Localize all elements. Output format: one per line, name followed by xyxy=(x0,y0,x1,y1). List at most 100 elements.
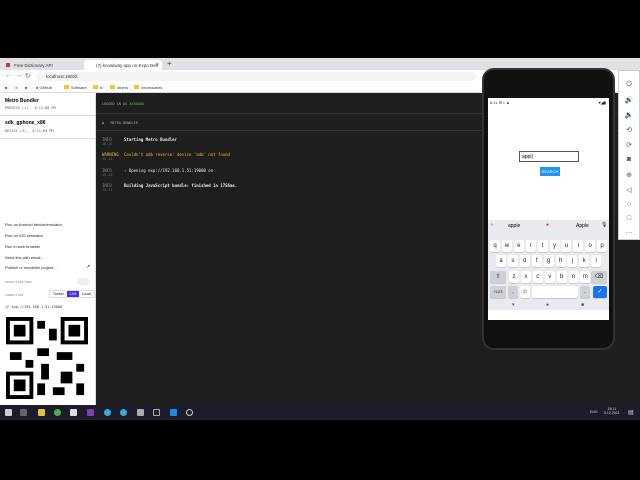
key-i[interactable]: i xyxy=(573,240,584,252)
search-button[interactable]: SEARCH xyxy=(540,167,560,176)
key-a[interactable]: a xyxy=(496,255,506,267)
key-t[interactable]: t xyxy=(537,240,548,252)
mic-icon[interactable]: 🎙 xyxy=(601,222,607,228)
shift-key[interactable]: ⇧ xyxy=(490,271,506,283)
send-link-email[interactable]: Send link with email... xyxy=(5,255,44,260)
key-w[interactable]: w xyxy=(501,240,512,252)
key-m[interactable]: m xyxy=(580,271,591,283)
emoji-key[interactable]: ☺ xyxy=(520,286,530,298)
symbols-key[interactable]: ?123 xyxy=(490,286,506,298)
key-l[interactable]: l xyxy=(591,255,602,267)
whatsapp-icon[interactable]: ● xyxy=(15,85,17,90)
key-x[interactable]: x xyxy=(520,271,531,283)
volume-up-icon[interactable]: 🔊 xyxy=(619,96,639,104)
key-p[interactable]: p xyxy=(597,240,608,252)
back-icon[interactable]: ← xyxy=(5,72,12,79)
tunnel-option[interactable]: Tunnel xyxy=(50,291,67,297)
vscode-icon[interactable] xyxy=(170,409,177,416)
app-icon[interactable] xyxy=(104,409,111,416)
power-icon[interactable]: ⏻ xyxy=(619,81,639,89)
chevron-right-icon[interactable]: › xyxy=(491,222,493,228)
volume-down-icon[interactable]: 🔉 xyxy=(619,111,639,119)
key-o[interactable]: o xyxy=(585,240,596,252)
start-icon[interactable] xyxy=(5,409,12,416)
device-name[interactable]: sdk_gphone_x86 xyxy=(5,120,46,126)
key-k[interactable]: k xyxy=(579,255,590,267)
key-g[interactable]: g xyxy=(543,255,554,267)
run-ios-link[interactable]: Run on iOS simulator xyxy=(5,233,43,238)
bookmark-github[interactable]: ● GitHub xyxy=(36,85,52,90)
key-y[interactable]: y xyxy=(549,240,560,252)
camera-icon[interactable]: ◙ xyxy=(619,156,639,163)
key-u[interactable]: u xyxy=(561,240,572,252)
overview-icon[interactable]: □ xyxy=(619,215,639,222)
suggestion-Apple[interactable]: Apple xyxy=(576,223,589,229)
explorer-icon[interactable] xyxy=(38,409,45,416)
key-e[interactable]: e xyxy=(513,240,524,252)
backspace-key[interactable]: ⌫ xyxy=(591,271,607,283)
publish-link[interactable]: Publish or republish project... xyxy=(5,265,57,270)
task-view-icon[interactable] xyxy=(20,409,27,416)
notifications-icon[interactable]: ▤ xyxy=(628,409,634,416)
bookmark-necessaries[interactable]: necessaries xyxy=(134,85,162,90)
local-option[interactable]: Local xyxy=(79,291,93,297)
new-tab-button[interactable]: + xyxy=(167,59,172,68)
close-icon[interactable]: ✕ xyxy=(155,62,159,68)
reload-icon[interactable]: ↻ xyxy=(25,72,31,80)
run-android-link[interactable]: Run on Android device/emulator xyxy=(5,222,62,227)
rotate-left-icon[interactable]: ⟲ xyxy=(619,126,639,134)
visual-studio-icon[interactable] xyxy=(87,409,94,416)
more-icon[interactable]: … xyxy=(619,228,639,235)
chrome-icon[interactable] xyxy=(54,409,61,416)
nav-recents-icon[interactable]: ■ xyxy=(581,302,584,308)
comma-key[interactable]: , xyxy=(508,286,518,298)
key-r[interactable]: r xyxy=(525,240,536,252)
bookmark-others[interactable]: others xyxy=(110,85,128,90)
key-d[interactable]: d xyxy=(519,255,530,267)
terminal-icon[interactable] xyxy=(153,409,160,416)
key-b[interactable]: b xyxy=(556,271,567,283)
key-v[interactable]: v xyxy=(544,271,555,283)
key-c[interactable]: c xyxy=(532,271,543,283)
suggestion-apple[interactable]: apple xyxy=(508,223,520,229)
app-icon[interactable] xyxy=(186,409,193,416)
nav-back-icon[interactable]: ▾ xyxy=(512,302,515,308)
app-icon[interactable] xyxy=(120,409,127,416)
zoom-icon[interactable]: ⊕ xyxy=(619,171,639,179)
expo-url[interactable]: 🔗 exp://192.168.1.51:19000 xyxy=(5,305,62,309)
twitch-icon[interactable]: ■ xyxy=(25,85,27,90)
forward-icon[interactable]: → xyxy=(15,72,22,79)
space-key[interactable] xyxy=(532,286,578,298)
clock[interactable]: 18:11 5.12.2021 xyxy=(604,407,620,415)
period-key[interactable]: . xyxy=(580,286,590,298)
key-h[interactable]: h xyxy=(555,255,566,267)
key-z[interactable]: z xyxy=(509,271,519,283)
key-q[interactable]: q xyxy=(490,240,500,252)
word-search-input[interactable]: appl| xyxy=(519,151,579,162)
app-icon[interactable] xyxy=(137,409,144,416)
rotate-right-icon[interactable]: ⟳ xyxy=(619,141,639,149)
lan-option[interactable]: LAN xyxy=(66,291,80,297)
enter-key[interactable]: ✓ xyxy=(593,286,607,298)
tab-expo[interactable]: (7) knowlway app on Expo Dev ✕ xyxy=(84,60,162,70)
apple-emoji-icon[interactable]: ● xyxy=(546,222,549,228)
key-j[interactable]: j xyxy=(567,255,578,267)
key-s[interactable]: s xyxy=(507,255,518,267)
qr-code xyxy=(6,317,88,399)
nav-home-icon[interactable]: ● xyxy=(546,302,549,308)
back-icon[interactable]: ◁ xyxy=(619,186,639,194)
key-f[interactable]: f xyxy=(531,255,542,267)
production-mode-toggle[interactable] xyxy=(77,278,90,285)
language-indicator[interactable]: ENG xyxy=(590,410,598,414)
url-input[interactable]: localhost:19002 xyxy=(36,72,476,81)
home-icon[interactable]: ○ xyxy=(619,201,639,208)
bookmark-software[interactable]: Software xyxy=(64,85,87,90)
keyboard: › apple ● Apple 🎙 qwertyuiop asdfghjkl zxc… xyxy=(488,220,609,310)
bookmark-tc[interactable]: tc xyxy=(93,85,103,90)
run-web-link[interactable]: Run in web browser xyxy=(5,244,40,249)
metro-bundler-title[interactable]: Metro Bundler xyxy=(5,98,39,104)
key-n[interactable]: n xyxy=(568,271,579,283)
youtube-icon[interactable]: ■ xyxy=(5,85,7,90)
status-bar: 6:11 ⚙ ▪ ▲ xyxy=(490,100,510,105)
app-icon[interactable] xyxy=(70,409,77,416)
